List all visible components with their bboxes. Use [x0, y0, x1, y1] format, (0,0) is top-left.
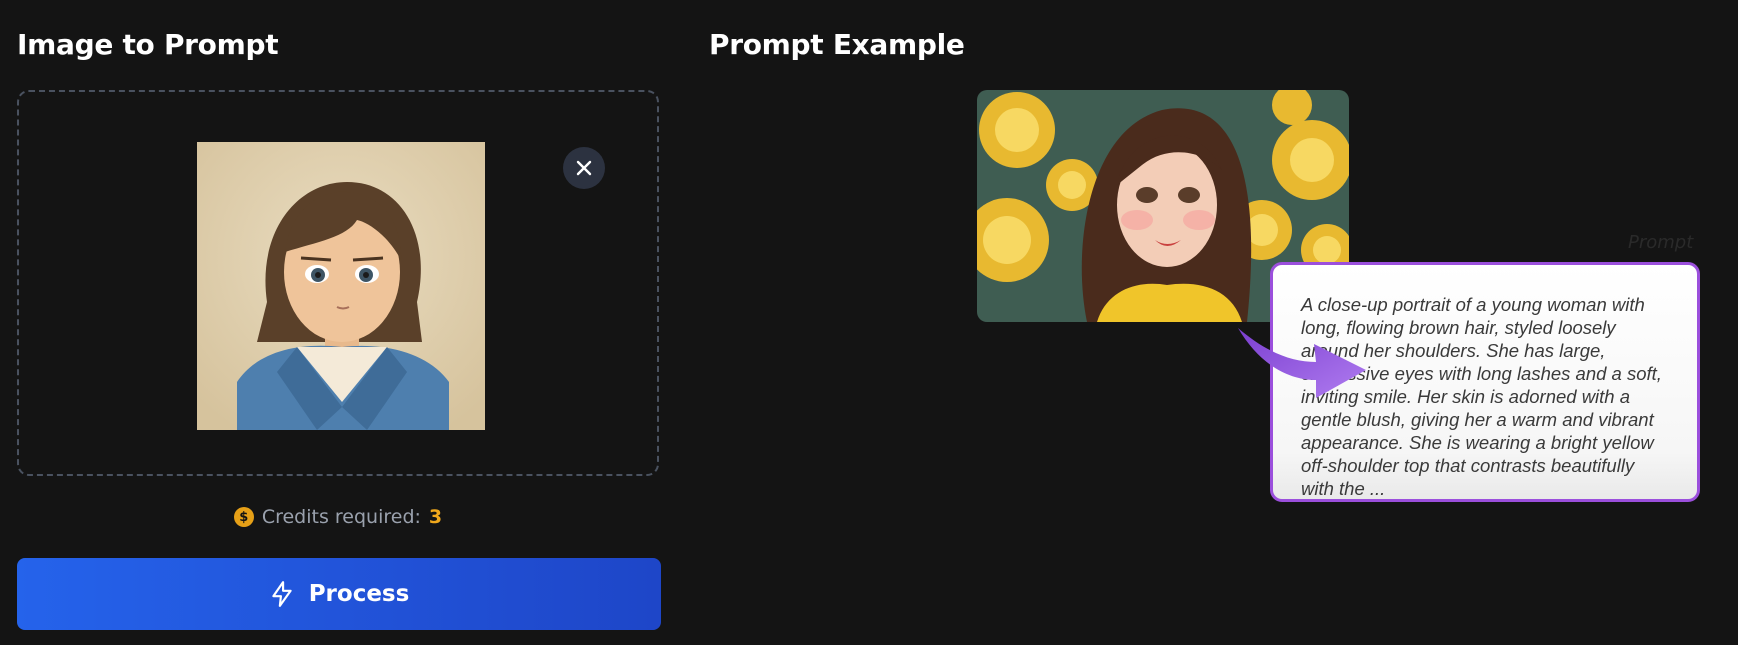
lightning-icon	[271, 581, 292, 607]
process-label: Process	[308, 581, 410, 607]
coin-icon: $	[233, 507, 254, 527]
uploaded-image	[197, 142, 485, 430]
remove-image-button[interactable]	[563, 147, 605, 189]
prompt-watermark: Prompt	[1628, 232, 1694, 253]
prompt-example-title: Prompt Example	[709, 28, 965, 61]
curved-arrow-icon	[1238, 328, 1366, 398]
image-to-prompt-title: Image to Prompt	[17, 28, 279, 61]
image-to-prompt-page: Image to Prompt Prompt Example $ Credits…	[0, 0, 1738, 645]
close-icon	[576, 160, 592, 176]
credits-required: $ Credits required: 3	[17, 506, 659, 528]
process-button[interactable]: Process	[17, 558, 661, 630]
upload-dropzone[interactable]	[17, 90, 659, 476]
credits-value: 3	[428, 506, 443, 528]
credits-label: Credits required:	[261, 506, 421, 528]
